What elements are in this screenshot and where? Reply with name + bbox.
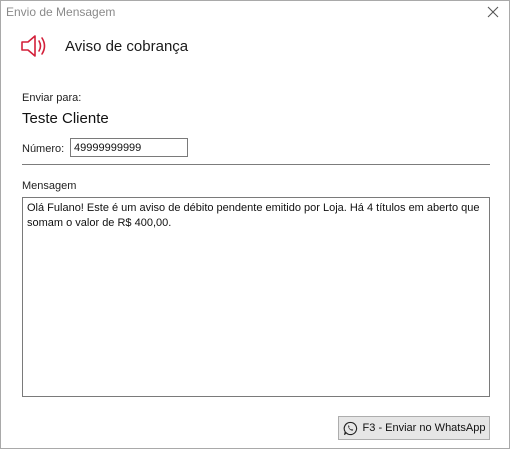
message-dialog: Envio de Mensagem Aviso de cobrança Envi… bbox=[0, 0, 510, 449]
send-whatsapp-button[interactable]: F3 - Enviar no WhatsApp bbox=[338, 416, 490, 440]
message-label: Mensagem bbox=[22, 180, 77, 192]
number-label: Número: bbox=[22, 143, 65, 155]
close-button[interactable] bbox=[485, 4, 501, 20]
message-textarea[interactable]: Olá Fulano! Este é um aviso de débito pe… bbox=[22, 197, 490, 397]
send-whatsapp-label: F3 - Enviar no WhatsApp bbox=[362, 422, 486, 434]
dialog-heading: Aviso de cobrança bbox=[65, 38, 189, 55]
client-name: Teste Cliente bbox=[22, 110, 109, 127]
phone-number-input[interactable] bbox=[70, 138, 188, 157]
title-bar: Envio de Mensagem bbox=[1, 1, 509, 23]
send-to-label: Enviar para: bbox=[22, 92, 82, 104]
speaker-icon bbox=[21, 35, 46, 57]
close-icon bbox=[487, 6, 499, 18]
section-divider bbox=[22, 164, 490, 165]
dialog-header: Aviso de cobrança bbox=[19, 31, 489, 61]
whatsapp-icon bbox=[343, 421, 357, 435]
window-title: Envio de Mensagem bbox=[6, 5, 116, 19]
